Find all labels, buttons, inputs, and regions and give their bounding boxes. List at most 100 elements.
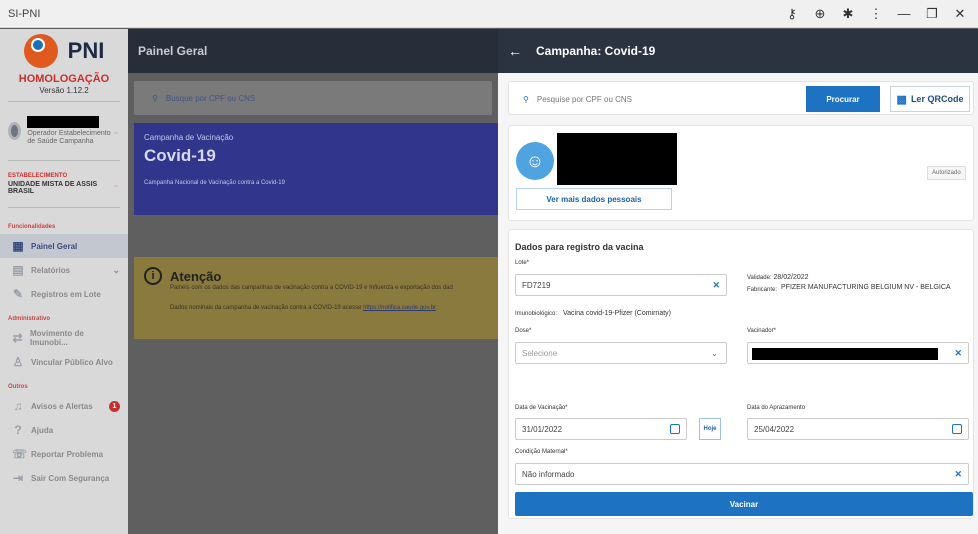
section-outros: Outros	[8, 384, 28, 390]
sidebar-item-label: Ajuda	[31, 425, 54, 435]
sidebar-item-registros-lote[interactable]: ✎ Registros em Lote	[0, 282, 128, 306]
dashboard-icon: ▦	[12, 239, 24, 253]
attention-card: i Atenção Painéis com os dados das campa…	[134, 257, 504, 339]
validade-value: 28/02/2022	[773, 274, 809, 281]
pni-logo-icon	[23, 34, 58, 68]
condicao-maternal-input[interactable]: Não informado ✕	[515, 463, 969, 485]
sidebar-item-movimento[interactable]: ⇄ Movimento de Imunobi...	[0, 326, 128, 350]
read-qrcode-button[interactable]: ▩ Ler QRCode	[890, 86, 970, 112]
chevron-down-icon: ⌄	[112, 264, 120, 275]
sidebar-item-avisos[interactable]: ♫ Avisos e Alertas 1	[0, 394, 128, 418]
data-aprazamento-value: 25/04/2022	[754, 424, 795, 434]
sidebar-item-painel-geral[interactable]: ▦ Painel Geral	[0, 234, 128, 258]
divider	[8, 160, 120, 161]
calendar-icon[interactable]	[670, 424, 680, 434]
sidebar-item-vincular[interactable]: ♙ Vincular Público Alvo	[0, 350, 128, 374]
imuno-value: Vacina covid-19-Pfizer (Comirnaty)	[562, 310, 671, 317]
divider	[8, 101, 120, 102]
section-functionalities: Funcionalidades	[8, 224, 56, 230]
main-content: Painel Geral ⚲ Busque por CPF ou CNS Cam…	[128, 29, 504, 534]
imuno-label: Imunobiológico:	[515, 311, 558, 317]
person-card: ☺ Ver mais dados pessoais Autorizado	[508, 125, 974, 221]
establishment-value: UNIDADE MISTA DE ASSIS BRASIL	[8, 181, 98, 195]
form-title: Dados para registro da vacina	[515, 242, 644, 252]
campaign-card[interactable]: Campanha de Vacinação Covid-19 Campanha …	[134, 123, 504, 215]
movement-icon: ⇄	[12, 331, 23, 345]
window-title: SI-PNI	[8, 7, 41, 20]
sidebar-item-label: Relatórios	[31, 265, 71, 275]
vacinador-redacted	[752, 348, 938, 360]
lote-value: FD7219	[522, 280, 551, 290]
more-personal-data-button[interactable]: Ver mais dados pessoais	[516, 188, 672, 210]
extension-icon[interactable]: ✱	[834, 6, 862, 22]
logout-icon: ⇥	[12, 471, 24, 485]
sidebar-item-reportar[interactable]: ☏ Reportar Problema	[0, 442, 128, 466]
chevron-down-icon[interactable]: ⌄	[112, 179, 120, 190]
batch-icon: ✎	[12, 287, 24, 301]
search-box: ⚲ Pesquise por CPF ou CNS Procurar ▩ Ler…	[508, 81, 974, 115]
cpf-cns-search-input[interactable]: ⚲ Pesquise por CPF ou CNS	[515, 87, 804, 111]
authorized-badge: Autorizado	[927, 166, 966, 180]
bell-icon: ♫	[13, 399, 23, 413]
app-logo: PNI	[0, 29, 128, 73]
minimize-icon[interactable]: —	[890, 6, 918, 21]
search-icon: ⚲	[152, 93, 158, 103]
sidebar-item-label: Registros em Lote	[31, 289, 101, 299]
search-icon: ⚲	[523, 94, 529, 104]
sidebar-item-label: Avisos e Alertas	[31, 401, 93, 411]
key-icon[interactable]: ⚷	[778, 6, 806, 22]
condicao-maternal-label: Condição Maternal*	[515, 449, 568, 455]
person-avatar-icon: ☺	[516, 142, 554, 180]
dose-placeholder: Selecione	[522, 348, 558, 358]
sidebar-item-ajuda[interactable]: ? Ajuda	[0, 418, 128, 442]
section-admin: Administrativo	[8, 316, 51, 322]
sidebar: PNI HOMOLOGAÇÃO Versão 1.12.2 Operador E…	[0, 29, 128, 534]
today-button[interactable]: Hoje	[699, 418, 721, 440]
avatar	[8, 122, 22, 140]
sidebar-item-sair[interactable]: ⇥ Sair Com Segurança	[0, 466, 128, 490]
data-aprazamento-label: Data do Aprazamento	[747, 405, 806, 411]
fabricante-label: Fabricante:	[747, 287, 778, 293]
lote-input[interactable]: FD7219 ✕	[515, 274, 727, 296]
main-search-input[interactable]: ⚲ Busque por CPF ou CNS	[134, 81, 492, 115]
clear-icon[interactable]: ✕	[954, 469, 962, 480]
data-vacinacao-label: Data de Vacinação*	[515, 405, 568, 411]
attention-link[interactable]: https://notifica.saude.gov.br	[363, 305, 436, 311]
validade-info: Validade: 28/02/2022	[747, 274, 809, 281]
establishment-label: ESTABELECIMENTO	[8, 173, 68, 179]
clear-icon[interactable]: ✕	[954, 348, 962, 359]
sidebar-item-label: Sair Com Segurança	[31, 473, 110, 483]
fabricante-info: Fabricante: PFIZER MANUFACTURING BELGIUM…	[747, 284, 957, 293]
validade-label: Validade:	[747, 275, 772, 281]
attention-text-2: Dados nominais da campanha de vacinação …	[170, 305, 362, 311]
imunobiologico-info: Imunobiológico: Vacina covid-19-Pfizer (…	[515, 310, 671, 317]
establishment-selector[interactable]: ESTABELECIMENTO UNIDADE MISTA DE ASSIS B…	[0, 167, 128, 201]
sidebar-item-relatorios[interactable]: ▤ Relatórios ⌄	[0, 258, 128, 282]
data-vacinacao-input[interactable]: 31/01/2022	[515, 418, 687, 440]
search-button[interactable]: Procurar	[806, 86, 880, 112]
user-profile[interactable]: Operador Estabelecimento de Saúde Campan…	[0, 108, 128, 154]
info-icon: i	[144, 267, 162, 285]
vacinar-button[interactable]: Vacinar	[515, 492, 973, 516]
vaccine-form: Dados para registro da vacina Lote* FD72…	[508, 229, 974, 519]
clear-icon[interactable]: ✕	[712, 280, 720, 291]
zoom-icon[interactable]: ⊕	[806, 6, 834, 22]
calendar-icon[interactable]	[952, 424, 962, 434]
vacinador-input[interactable]: ✕	[747, 342, 969, 364]
campaign-kicker: Campanha de Vacinação	[144, 133, 234, 142]
restore-icon[interactable]: ❐	[918, 6, 946, 22]
close-icon[interactable]: ✕	[946, 6, 974, 22]
dose-select[interactable]: Selecione ⌄	[515, 342, 727, 364]
notification-badge: 1	[109, 400, 120, 412]
attention-text-1: Painéis com os dados das campanhas de va…	[170, 285, 453, 291]
divider	[8, 207, 120, 208]
back-arrow-icon[interactable]: ←	[508, 43, 522, 59]
reports-icon: ▤	[12, 263, 24, 277]
window-titlebar: SI-PNI ⚷ ⊕ ✱ ⋮ — ❐ ✕	[0, 0, 978, 28]
qr-button-label: Ler QRCode	[910, 94, 964, 104]
menu-icon[interactable]: ⋮	[862, 6, 890, 22]
logo-text: PNI	[67, 38, 105, 63]
person-data-redacted	[557, 133, 677, 185]
data-aprazamento-input[interactable]: 25/04/2022	[747, 418, 969, 440]
chevron-down-icon[interactable]: ⌄	[112, 126, 120, 137]
